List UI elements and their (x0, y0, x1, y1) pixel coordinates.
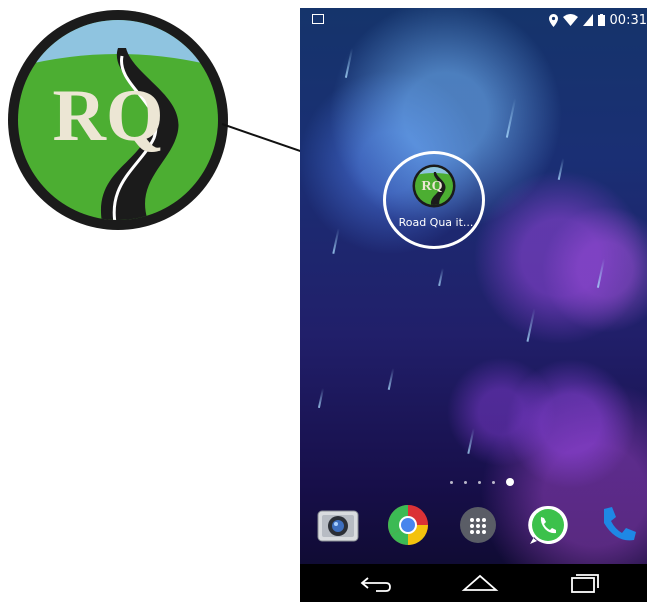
status-time: 00:31 (609, 12, 647, 28)
camera-icon[interactable] (316, 503, 360, 547)
image-notification-icon (312, 14, 324, 24)
wallpaper-streak (438, 267, 444, 287)
wallpaper-streak (317, 388, 325, 408)
road-quality-logo-enlarged: RQ (8, 10, 228, 230)
status-bar: 00:31 (300, 8, 647, 32)
dock (300, 503, 647, 553)
navigation-bar (300, 564, 647, 602)
wallpaper-streak (344, 48, 354, 78)
wifi-icon (562, 14, 578, 26)
page-dot[interactable] (464, 480, 467, 484)
phone-icon[interactable] (596, 503, 640, 547)
battery-icon (597, 14, 605, 26)
wallpaper-streak (332, 228, 340, 254)
recents-icon[interactable] (564, 572, 604, 594)
wallpaper-streak (505, 98, 517, 138)
phone-home-screen: 00:31 RQ Road Qua it... (300, 8, 647, 602)
page-indicator (450, 478, 514, 486)
app-drawer-icon[interactable] (456, 503, 500, 547)
highlight-circle (383, 151, 485, 249)
page-dot[interactable] (492, 480, 495, 484)
wallpaper-streak (557, 158, 565, 180)
page-dot[interactable] (478, 480, 481, 484)
page-dot-active[interactable] (506, 478, 514, 486)
page-dot[interactable] (450, 480, 453, 484)
whatsapp-icon[interactable] (526, 503, 570, 547)
wallpaper-streak (526, 308, 536, 342)
home-icon[interactable] (460, 572, 500, 594)
location-icon (548, 13, 558, 27)
logo-initials: RQ (53, 75, 164, 157)
wallpaper-streak (596, 258, 606, 288)
wallpaper-streak (387, 368, 395, 390)
wallpaper-streak (467, 428, 475, 454)
chrome-icon[interactable] (386, 503, 430, 547)
back-icon[interactable] (356, 572, 396, 594)
signal-icon (582, 14, 593, 26)
